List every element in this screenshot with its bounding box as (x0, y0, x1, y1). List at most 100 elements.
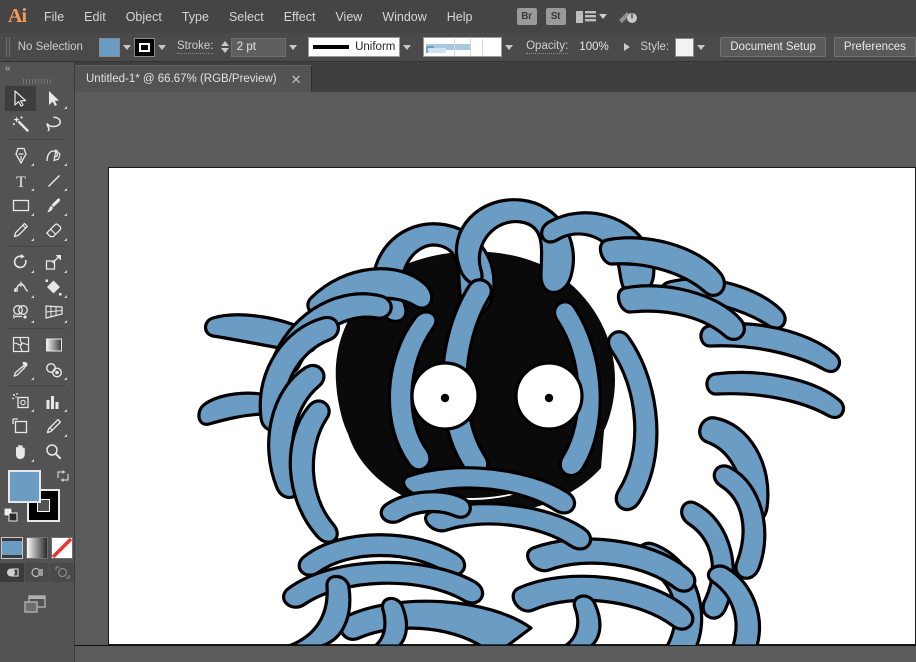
tool-flyout-indicator-icon (64, 163, 67, 166)
default-fill-stroke-icon[interactable] (4, 508, 18, 522)
free-transform-tool[interactable] (38, 275, 69, 300)
menu-file[interactable]: File (34, 7, 74, 27)
menu-edit[interactable]: Edit (74, 7, 116, 27)
chevron-right-icon (624, 43, 631, 51)
chevron-double-left-icon: « (5, 63, 10, 74)
fill-mode-buttons (0, 537, 74, 559)
gradient-tool[interactable] (38, 332, 69, 357)
menu-view[interactable]: View (325, 7, 372, 27)
menu-effect[interactable]: Effect (274, 7, 326, 27)
mesh-tool[interactable] (5, 332, 36, 357)
stock-button[interactable]: St (545, 8, 566, 25)
none-mode-button[interactable] (51, 537, 73, 559)
graphic-style-swatch[interactable] (675, 37, 695, 57)
pen-tool[interactable] (5, 143, 36, 168)
stroke-weight-label[interactable]: Stroke: (177, 40, 214, 54)
menu-type[interactable]: Type (172, 7, 219, 27)
selection-status-label: No Selection (17, 41, 83, 53)
menu-object[interactable]: Object (116, 7, 172, 27)
opacity-input[interactable]: 100% (574, 38, 620, 57)
graphic-style-dropdown[interactable] (694, 38, 708, 57)
menu-help[interactable]: Help (437, 7, 483, 27)
color-mode-button[interactable] (1, 537, 23, 559)
tangela-vine-creature-illustration[interactable] (109, 168, 916, 646)
stroke-profile-dropdown[interactable] (400, 38, 414, 57)
tool-flyout-indicator-icon (31, 163, 34, 166)
document-setup-button[interactable]: Document Setup (720, 37, 826, 57)
tool-flyout-indicator-icon (31, 188, 34, 191)
control-bar-grip[interactable] (6, 37, 11, 57)
scale-tool[interactable] (38, 250, 69, 275)
magic-wand-tool[interactable] (5, 111, 36, 136)
fill-swatch-dropdown[interactable] (120, 38, 134, 57)
direct-selection-tool[interactable] (38, 86, 69, 111)
draw-inside-button[interactable] (50, 563, 74, 582)
curvature-tool[interactable] (38, 143, 69, 168)
tool-grid: T (0, 86, 74, 464)
shape-builder-tool[interactable] (5, 300, 36, 325)
width-tool[interactable] (5, 275, 36, 300)
artboard-tool[interactable] (5, 414, 36, 439)
document-tab[interactable]: Untitled-1* @ 66.67% (RGB/Preview) ✕ (75, 65, 312, 92)
symbol-sprayer-tool[interactable] (5, 389, 36, 414)
close-icon[interactable]: ✕ (291, 73, 302, 86)
search-adobe-stock-icon[interactable] (616, 7, 640, 27)
canvas-area[interactable] (75, 92, 916, 662)
tools-panel-grip[interactable] (0, 76, 75, 86)
artboard[interactable] (108, 167, 916, 646)
opacity-expand-button[interactable] (620, 38, 634, 57)
line-segment-tool[interactable] (38, 168, 69, 193)
eraser-tool[interactable] (38, 218, 69, 243)
preferences-button[interactable]: Preferences (833, 37, 916, 57)
stroke-weight-stepper[interactable] (219, 38, 230, 57)
stroke-profile-preview-icon (313, 45, 350, 49)
tool-flyout-indicator-icon (31, 270, 34, 273)
fill-color-swatch[interactable] (98, 37, 120, 57)
workspace-switcher[interactable] (575, 9, 607, 25)
draw-normal-button[interactable] (0, 563, 24, 582)
stepper-up-icon (221, 41, 230, 46)
brush-definition-dropdown[interactable] (502, 38, 516, 57)
app-logo-icon: Ai (8, 5, 27, 27)
brush-definition-select[interactable] (422, 37, 502, 57)
eyedropper-tool[interactable] (5, 357, 36, 382)
swap-fill-stroke-icon[interactable] (56, 469, 70, 483)
bridge-button[interactable]: Br (516, 8, 537, 25)
paintbrush-tool[interactable] (38, 193, 69, 218)
tool-flyout-indicator-icon (31, 409, 34, 412)
blend-tool[interactable] (38, 357, 69, 382)
type-tool[interactable]: T (5, 168, 36, 193)
pencil-tool[interactable] (5, 218, 36, 243)
lasso-tool[interactable] (38, 111, 69, 136)
menu-window[interactable]: Window (372, 7, 436, 27)
slice-tool[interactable] (38, 414, 69, 439)
toolbar-fill-swatch[interactable] (8, 470, 41, 503)
opacity-label[interactable]: Opacity: (526, 40, 569, 54)
chevron-down-icon (598, 14, 607, 19)
gradient-mode-button[interactable] (26, 537, 48, 559)
stepper-down-icon (221, 48, 230, 53)
stroke-swatch-dropdown[interactable] (155, 38, 169, 57)
tool-flyout-indicator-icon (64, 409, 67, 412)
selection-tool[interactable] (5, 86, 36, 111)
tool-flyout-indicator-icon (31, 459, 34, 462)
canvas-bottom-strip (75, 645, 916, 662)
draw-behind-button[interactable] (25, 563, 49, 582)
stroke-weight-dropdown[interactable] (286, 38, 300, 57)
menu-select[interactable]: Select (219, 7, 274, 27)
menu-bar: Ai File Edit Object Type Select Effect V… (0, 0, 916, 33)
stroke-weight-input[interactable]: 2 pt (230, 37, 287, 57)
chevron-down-icon (505, 44, 514, 50)
perspective-grid-tool[interactable] (38, 300, 69, 325)
column-graph-tool[interactable] (38, 389, 69, 414)
hand-tool[interactable] (5, 439, 36, 464)
rotate-tool[interactable] (5, 250, 36, 275)
stroke-color-swatch[interactable] (133, 37, 155, 57)
tools-panel-collapse[interactable]: « (0, 62, 75, 76)
rectangle-tool[interactable] (5, 193, 36, 218)
change-screen-mode-button[interactable] (23, 594, 51, 616)
zoom-tool[interactable] (38, 439, 69, 464)
illustrator-window: Ai File Edit Object Type Select Effect V… (0, 0, 916, 662)
menubar-right-group: Br St (516, 7, 640, 27)
stroke-profile-select[interactable]: Uniform (308, 37, 401, 57)
